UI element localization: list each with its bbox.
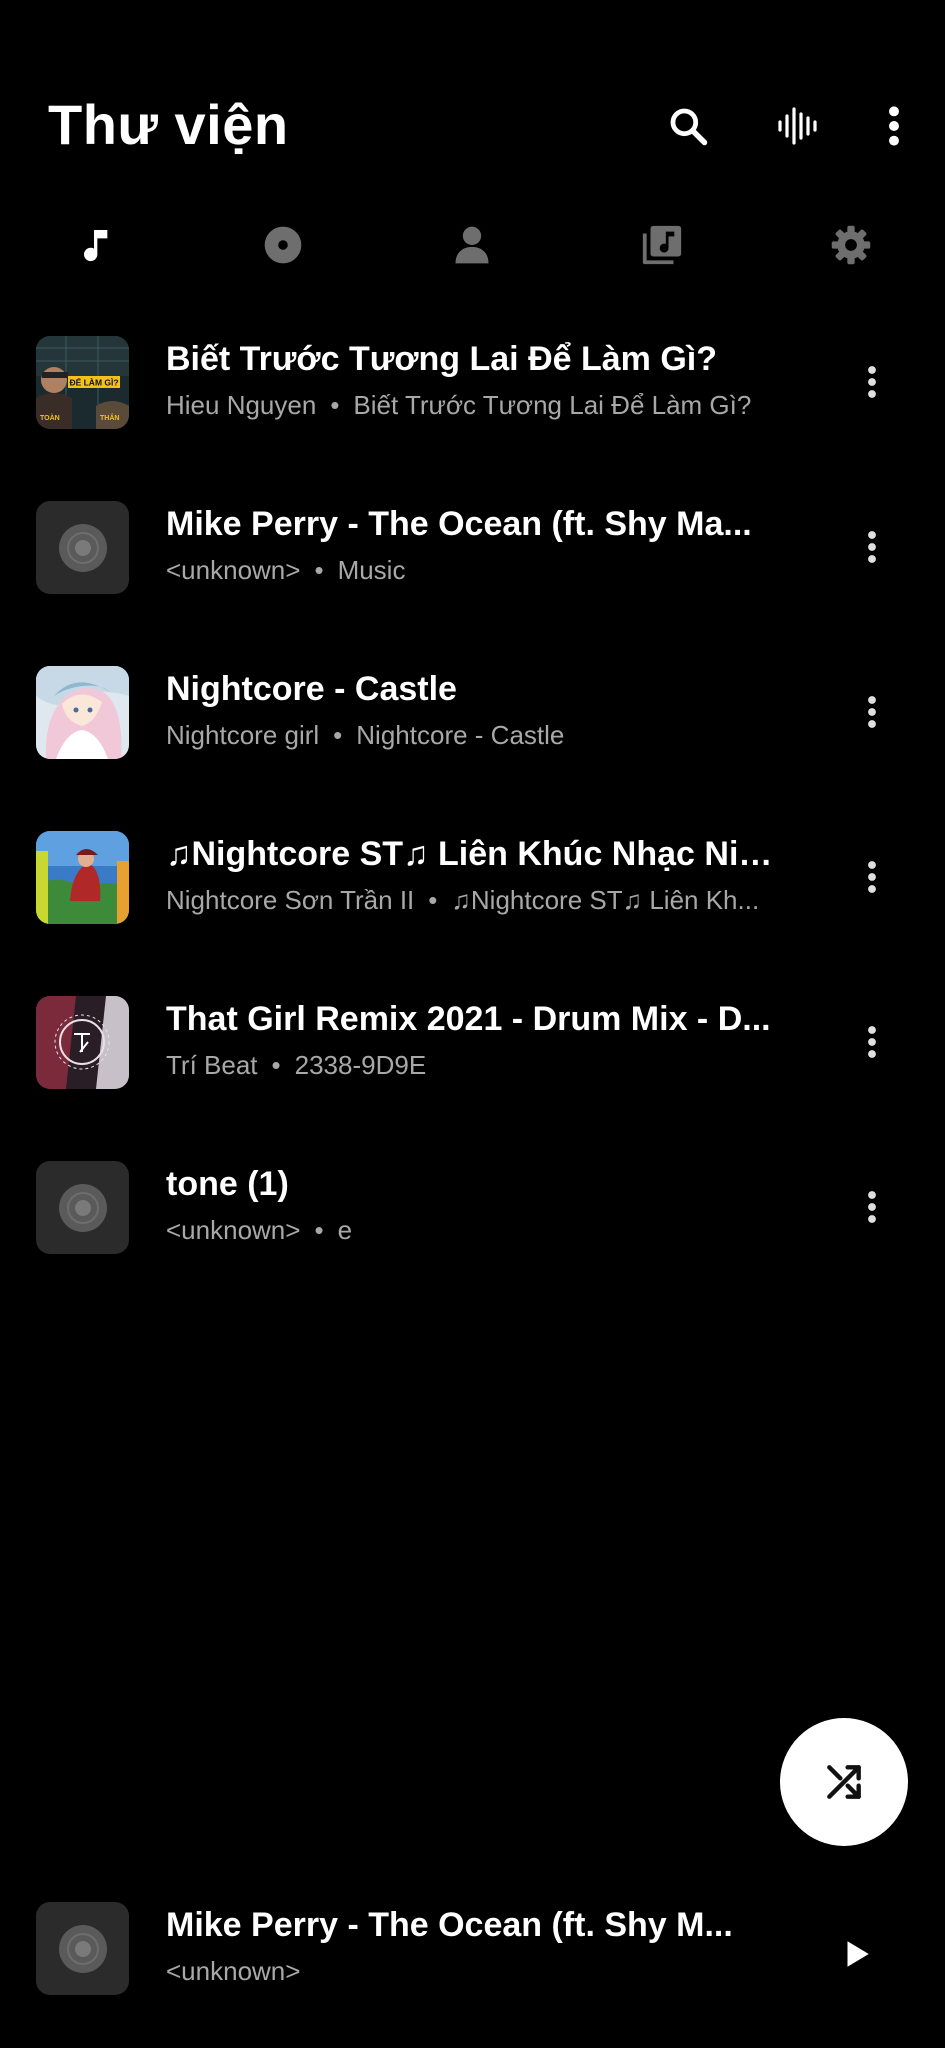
album-art-placeholder	[36, 1161, 129, 1254]
waveform-icon	[778, 107, 817, 145]
song-album: Music	[337, 555, 406, 585]
song-options-button[interactable]	[848, 350, 896, 414]
shuffle-icon	[827, 1765, 861, 1799]
now-playing-title: Mike Perry - The Ocean (ft. Shy M...	[166, 1906, 733, 1944]
tab-artists[interactable]	[432, 215, 512, 275]
album-art	[36, 996, 129, 1089]
app-header: Thư viện	[0, 0, 945, 200]
song-album: ♫Nightcore ST♫ Liên Kh...	[451, 885, 760, 915]
song-title: Nightcore - Castle	[166, 670, 457, 708]
more-vert-icon	[868, 531, 876, 563]
album-art-text: TOÀN	[40, 413, 60, 422]
album-art-text: THẮN	[100, 413, 119, 422]
play-icon	[847, 1941, 869, 1967]
tab-albums[interactable]	[243, 215, 323, 275]
song-album: Nightcore - Castle	[356, 720, 565, 750]
now-playing-bar[interactable]: Mike Perry - The Ocean (ft. Shy M... <un…	[0, 1890, 945, 2020]
settings-icon	[831, 225, 871, 265]
separator-dot: •	[333, 720, 343, 750]
page-title: Thư viện	[48, 93, 289, 156]
music-note-icon	[84, 230, 108, 262]
album-art-placeholder	[36, 501, 129, 594]
song-title: That Girl Remix 2021 - Drum Mix - D...	[166, 1000, 771, 1038]
song-row[interactable]: Nightcore - Castle Nightcore girl • Nightc…	[0, 660, 945, 790]
now-playing-art	[36, 1902, 129, 1995]
tab-songs[interactable]	[54, 215, 134, 275]
more-vert-icon	[868, 1191, 876, 1223]
library-tabs	[0, 215, 945, 275]
song-artist: Hieu Nguyen	[166, 390, 317, 420]
song-subtitle: Trí Beat • 2338-9D9E	[166, 1050, 786, 1081]
album-art	[36, 831, 129, 924]
tab-settings[interactable]	[811, 215, 891, 275]
search-icon	[670, 108, 708, 146]
song-title: tone (1)	[166, 1165, 289, 1203]
song-artist: Trí Beat	[166, 1050, 258, 1080]
song-album: Biết Trước Tương Lai Để Làm Gì?	[353, 390, 752, 420]
search-button[interactable]	[658, 96, 718, 156]
song-artist: Nightcore girl	[166, 720, 320, 750]
album-art	[36, 666, 129, 759]
song-title: Biết Trước Tương Lai Để Làm Gì?	[166, 340, 717, 378]
song-subtitle: <unknown> • Music	[166, 555, 786, 586]
song-artist: <unknown>	[166, 555, 301, 585]
song-subtitle: Nightcore Sơn Trần II • ♫Nightcore ST♫ Liê…	[166, 885, 786, 916]
album-art: ĐỂ LÀM GÌ? TOÀN THẮN	[36, 336, 129, 429]
more-vert-icon	[868, 1026, 876, 1058]
song-title: Mike Perry - The Ocean (ft. Shy Ma...	[166, 505, 752, 543]
disc-icon	[58, 1183, 107, 1232]
shuffle-button[interactable]	[780, 1718, 908, 1846]
song-row[interactable]: ĐỂ LÀM GÌ? TOÀN THẮN Biết Trước Tương La…	[0, 330, 945, 460]
separator-dot: •	[314, 555, 324, 585]
song-subtitle: Hieu Nguyen • Biết Trước Tương Lai Để Làm …	[166, 390, 786, 421]
disc-icon	[58, 1924, 107, 1973]
separator-dot: •	[314, 1215, 324, 1245]
play-button[interactable]	[826, 1924, 886, 1984]
now-playing-artist: <unknown>	[166, 1956, 301, 1986]
song-artist: <unknown>	[166, 1215, 301, 1245]
song-artist: Nightcore Sơn Trần II	[166, 885, 415, 915]
song-row[interactable]: ♫Nightcore ST♫ Liên Khúc Nhạc Nig... Nig…	[0, 825, 945, 955]
song-options-button[interactable]	[848, 1175, 896, 1239]
more-vert-icon	[889, 106, 899, 146]
song-options-button[interactable]	[848, 845, 896, 909]
song-subtitle: <unknown> • e	[166, 1215, 786, 1246]
overflow-menu-button[interactable]	[864, 96, 924, 156]
song-album: e	[337, 1215, 353, 1245]
artist-icon	[455, 226, 489, 264]
album-icon	[264, 226, 302, 264]
song-album: 2338-9D9E	[294, 1050, 427, 1080]
song-title: ♫Nightcore ST♫ Liên Khúc Nhạc Nig...	[166, 835, 786, 873]
song-row[interactable]: Mike Perry - The Ocean (ft. Shy Ma... <u…	[0, 495, 945, 625]
disc-icon	[58, 523, 107, 572]
song-subtitle: Nightcore girl • Nightcore - Castle	[166, 720, 786, 751]
voice-search-button[interactable]	[768, 96, 828, 156]
separator-dot: •	[428, 885, 438, 915]
song-row[interactable]: tone (1) <unknown> • e	[0, 1155, 945, 1285]
song-options-button[interactable]	[848, 1010, 896, 1074]
more-vert-icon	[868, 861, 876, 893]
song-options-button[interactable]	[848, 515, 896, 579]
song-options-button[interactable]	[848, 680, 896, 744]
playlist-icon	[642, 225, 682, 265]
separator-dot: •	[330, 390, 340, 420]
tab-playlists[interactable]	[622, 215, 702, 275]
more-vert-icon	[868, 696, 876, 728]
separator-dot: •	[271, 1050, 281, 1080]
more-vert-icon	[868, 366, 876, 398]
song-row[interactable]: That Girl Remix 2021 - Drum Mix - D... T…	[0, 990, 945, 1120]
album-art-text: ĐỂ LÀM GÌ?	[69, 377, 118, 388]
